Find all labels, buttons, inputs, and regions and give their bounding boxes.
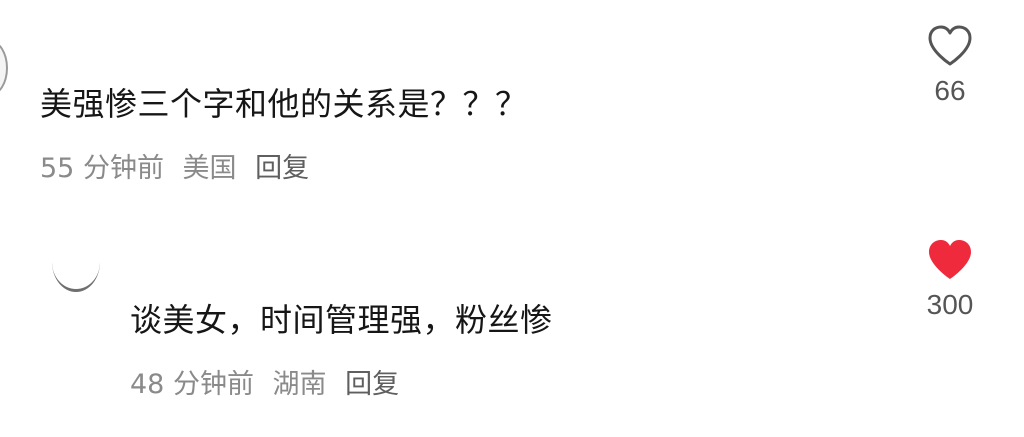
like-count: 300 [926,289,974,320]
comment-text: 美强惨三个字和他的关系是？？？ [40,85,528,123]
like-count: 66 [934,75,966,106]
commenter-avatar[interactable] [0,40,8,96]
replier-avatar[interactable] [52,262,100,298]
comment-thread: 美强惨三个字和他的关系是？？？ 55 分钟前 美国 回复 66 谈美女，时间管理… [0,0,1024,437]
reply-button[interactable]: 回复 [345,369,399,400]
heart-outline-icon [928,25,972,66]
comment-meta: 48 分钟前 湖南 回复 [130,368,409,402]
like-button[interactable]: 300 [905,238,995,322]
comment-meta: 55 分钟前 美国 回复 [40,152,319,186]
like-button[interactable]: 66 [905,24,995,108]
comment-location: 湖南 [272,369,327,400]
comment-time: 48 分钟前 [130,369,254,400]
comment-location: 美国 [182,153,237,184]
comment-text: 谈美女，时间管理强，粉丝惨 [130,301,553,339]
heart-filled-icon [929,240,971,279]
comment-time: 55 分钟前 [40,153,164,184]
reply-button[interactable]: 回复 [255,153,309,184]
